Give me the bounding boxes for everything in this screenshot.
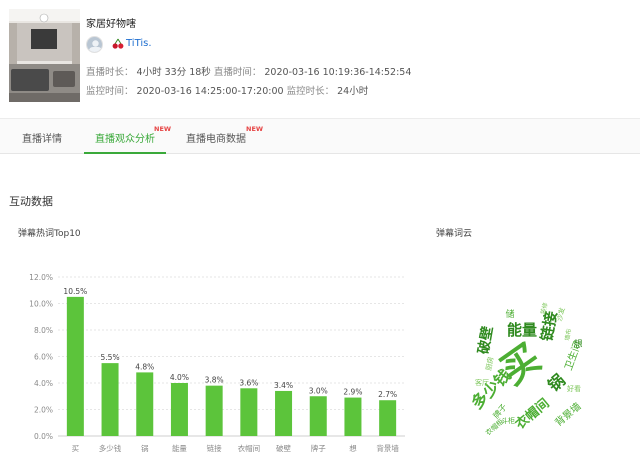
bar[interactable] <box>379 400 397 436</box>
y-tick-label: 6.0% <box>34 353 53 362</box>
hot-words-bar-chart: 0.0% 2.0% 4.0% 6.0% 8.0% 10.0% 12.0% 10.5% 买 5.5… <box>29 273 405 453</box>
live-info-header: 家居好物嗐 TiTis. 直播时长： 4小时 33分 18秒 直播时间： 202… <box>0 0 640 118</box>
monitor-duration-value: 24小时 <box>337 86 369 97</box>
bar[interactable] <box>66 296 84 436</box>
bar-chart-title: 弹幕热词Top10 <box>18 229 81 239</box>
word-cloud-word: 衣帽柜 <box>483 417 505 437</box>
bar-value-label: 3.8% <box>205 376 224 385</box>
word-cloud-word: 多少钱 <box>467 365 514 412</box>
word-cloud-word: 墙布 <box>563 328 573 341</box>
live-cover-thumbnail[interactable] <box>9 9 80 102</box>
bar-value-label: 4.8% <box>135 362 154 371</box>
x-tick-label: 锅 <box>141 443 149 453</box>
bar[interactable] <box>205 385 223 436</box>
word-cloud-word: 能量 <box>507 321 537 339</box>
monitor-time-label: 监控时间： <box>86 86 134 97</box>
word-cloud-word: 厨房 <box>484 356 495 371</box>
word-cloud-word: 破壁 <box>475 325 497 356</box>
x-tick-label: 链接 <box>207 443 222 453</box>
bar-value-label: 3.0% <box>309 386 328 395</box>
monitor-time-value: 2020-03-16 14:25:00-17:20:00 <box>136 86 284 97</box>
tab-audience-analysis[interactable]: 直播观众分析 <box>95 130 155 145</box>
bar[interactable] <box>309 396 327 436</box>
word-cloud-word: 想 <box>573 338 582 350</box>
section-title: 互动数据 <box>9 195 53 208</box>
bar[interactable] <box>170 383 188 436</box>
word-cloud-title: 弹幕词云 <box>436 229 473 239</box>
word-cloud-word: 好看 <box>567 384 581 393</box>
word-cloud-word: 储 <box>505 308 514 320</box>
y-tick-label: 0.0% <box>34 432 53 441</box>
bar[interactable] <box>136 372 154 436</box>
live-duration-row: 直播时长： 4小时 33分 18秒 直播时间： 2020-03-16 10:19… <box>86 64 411 78</box>
word-cloud-word: 背景墙 <box>552 400 583 429</box>
bar-value-label: 3.6% <box>239 378 258 387</box>
y-tick-label: 12.0% <box>29 273 53 282</box>
tab-live-detail[interactable]: 直播详情 <box>22 130 62 145</box>
bar-value-label: 4.0% <box>170 373 189 382</box>
x-tick-label: 牌子 <box>311 443 326 453</box>
x-tick-label: 能量 <box>172 443 187 453</box>
bar[interactable] <box>275 390 293 436</box>
word-cloud-word: 衣帽间 <box>512 395 552 432</box>
bar[interactable] <box>344 397 362 436</box>
y-tick-label: 8.0% <box>34 326 53 335</box>
new-badge: NEW <box>154 125 172 133</box>
monitor-duration-label: 监控时长： <box>286 86 335 97</box>
room-photo-icon <box>9 9 80 102</box>
y-tick-label: 10.0% <box>29 300 53 309</box>
x-tick-label: 背景墙 <box>376 443 399 453</box>
x-tick-label: 衣帽间 <box>238 443 261 453</box>
x-tick-label: 买 <box>72 444 80 453</box>
monitor-row: 监控时间： 2020-03-16 14:25:00-17:20:00 监控时长：… <box>86 83 368 97</box>
x-tick-label: 破壁 <box>276 443 291 453</box>
bar-value-label: 10.5% <box>63 287 87 296</box>
word-cloud-word: 锅 <box>544 370 568 395</box>
bar-value-label: 5.5% <box>101 353 120 362</box>
bar-value-label: 2.7% <box>378 390 397 399</box>
anchor-name-link[interactable]: TiTis. <box>126 38 152 49</box>
x-tick-label: 想 <box>349 443 357 453</box>
live-time-value: 2020-03-16 10:19:36-14:52:54 <box>264 67 412 78</box>
y-tick-label: 4.0% <box>34 379 53 388</box>
bar-value-label: 2.9% <box>343 388 362 397</box>
live-time-label: 直播时间： <box>213 67 262 78</box>
word-cloud-word: 沙发 <box>554 306 566 322</box>
room-title: 家居好物嗐 <box>86 19 136 30</box>
active-tab-indicator <box>84 152 166 154</box>
bar-value-label: 3.4% <box>274 381 293 390</box>
tab-bar: 直播详情 直播观众分析 NEW 直播电商数据 NEW <box>0 118 640 154</box>
anchor-avatar[interactable] <box>86 36 103 53</box>
y-tick-label: 2.0% <box>34 406 53 415</box>
new-badge: NEW <box>246 125 264 133</box>
cherry-icon <box>112 38 124 49</box>
bar[interactable] <box>240 388 258 436</box>
word-cloud-word: 客厅 <box>475 378 489 387</box>
bar[interactable] <box>101 363 119 436</box>
duration-label: 直播时长： <box>86 67 134 78</box>
word-cloud: 买多少钱 锅能量 链接衣帽间破壁 卫生间背景墙牌子想沙发厨房斗柜衣帽柜客厅好看装修储墙… <box>467 302 584 438</box>
tab-ecommerce-data[interactable]: 直播电商数据 <box>186 130 246 145</box>
x-tick-label: 多少钱 <box>99 443 122 453</box>
duration-value: 4小时 33分 18秒 <box>136 67 211 78</box>
